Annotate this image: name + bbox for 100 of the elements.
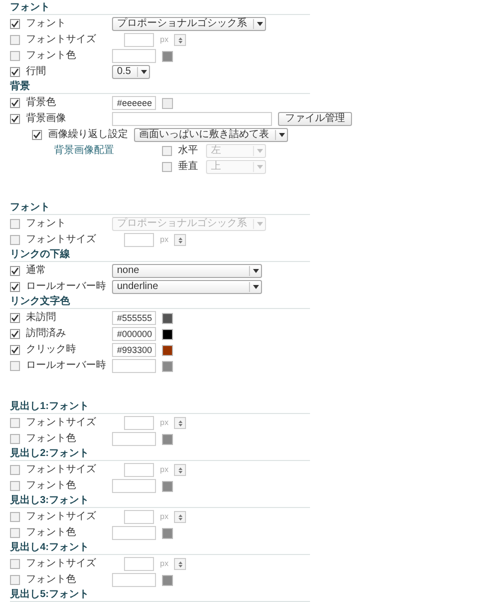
up-down-icon (178, 514, 183, 520)
color-swatch[interactable] (162, 574, 173, 586)
checkbox[interactable] (162, 146, 172, 156)
field-label: 画像繰り返し設定 (48, 129, 128, 141)
field-label: 未訪問 (26, 312, 57, 324)
field-label: フォントサイズ (26, 464, 97, 476)
checkbox[interactable] (10, 528, 20, 538)
field-label: フォントサイズ (26, 558, 97, 570)
dropdown[interactable]: none (112, 264, 262, 278)
unit-label: px (160, 511, 168, 523)
input-field[interactable] (124, 510, 154, 524)
checkbox[interactable] (10, 51, 20, 61)
dropdown[interactable]: 0.5 (112, 65, 150, 79)
checkbox[interactable] (10, 345, 20, 355)
field-label: 行間 (26, 66, 47, 78)
input-field[interactable] (124, 416, 154, 430)
color-swatch[interactable] (162, 528, 173, 538)
color-swatch[interactable] (162, 50, 173, 62)
field-label: 垂直 (178, 161, 199, 173)
field-label: フォントサイズ (26, 417, 97, 429)
up-down-icon (178, 560, 183, 568)
color-swatch[interactable] (162, 328, 173, 340)
checkbox[interactable] (10, 35, 20, 45)
checkbox[interactable] (10, 67, 20, 77)
spin-button[interactable] (174, 511, 186, 523)
checkbox[interactable] (10, 329, 20, 339)
checkbox[interactable] (10, 361, 20, 371)
checkbox[interactable] (10, 266, 20, 276)
color-swatch[interactable] (162, 312, 173, 324)
section-heading: 見出し4:フォント (10, 542, 89, 553)
spin-button[interactable] (174, 34, 186, 46)
input-field[interactable]: #993300 (112, 343, 156, 357)
checkbox[interactable] (10, 575, 20, 585)
input-field[interactable] (112, 526, 156, 540)
section-heading: 見出し5:フォント (10, 589, 89, 600)
input-field[interactable] (124, 557, 154, 571)
field-label: 背景画像配置 (53, 144, 115, 158)
caret-icon (257, 165, 263, 169)
checkbox[interactable] (10, 98, 20, 108)
caret-icon (253, 269, 259, 273)
input-field[interactable]: #555555 (112, 311, 156, 325)
field-label: フォント色 (26, 433, 77, 445)
spin-button[interactable] (174, 234, 186, 246)
unit-label: px (160, 234, 168, 246)
caret-icon (253, 285, 259, 289)
caret-icon (257, 222, 263, 226)
input-field[interactable] (112, 479, 156, 493)
spin-button[interactable] (174, 558, 186, 570)
section-heading: 背景 (10, 81, 30, 92)
field-label: フォントサイズ (26, 34, 97, 46)
up-down-icon (178, 36, 183, 44)
checkbox[interactable] (10, 282, 20, 292)
color-swatch[interactable] (162, 480, 173, 492)
checkbox[interactable] (10, 434, 20, 444)
input-field[interactable] (124, 233, 154, 247)
input-field[interactable]: #000000 (112, 327, 156, 341)
input-field[interactable]: #eeeeee (112, 96, 156, 110)
caret-icon (257, 149, 263, 153)
section-heading: リンク文字色 (10, 296, 70, 307)
color-swatch[interactable] (162, 344, 173, 356)
dropdown[interactable]: 画面いっぱいに敷き詰めて表 (134, 128, 288, 142)
dropdown[interactable]: underline (112, 280, 262, 294)
checkbox[interactable] (10, 465, 20, 475)
field-label: ロールオーバー時 (26, 360, 106, 372)
input-field[interactable] (124, 463, 154, 477)
input-field[interactable] (112, 112, 272, 126)
field-label: フォント (26, 18, 67, 30)
input-field[interactable] (112, 49, 156, 63)
field-label: クリック時 (26, 344, 77, 356)
unit-label: px (160, 558, 168, 570)
unit-label: px (160, 417, 168, 429)
file-manager-button[interactable]: ファイル管理 (278, 112, 352, 126)
checkbox[interactable] (10, 512, 20, 522)
checkbox[interactable] (10, 235, 20, 245)
input-field[interactable] (112, 359, 156, 373)
checkbox[interactable] (10, 19, 20, 29)
field-label: フォントサイズ (26, 511, 97, 523)
color-swatch[interactable] (162, 98, 173, 108)
input-field[interactable] (112, 573, 156, 587)
checkbox[interactable] (10, 418, 20, 428)
spin-button[interactable] (174, 417, 186, 429)
field-label: フォント色 (26, 574, 77, 586)
field-label: フォントサイズ (26, 234, 97, 246)
checkbox[interactable] (10, 313, 20, 323)
checkbox[interactable] (32, 130, 42, 140)
checkbox[interactable] (10, 481, 20, 491)
color-swatch[interactable] (162, 434, 173, 444)
checkbox[interactable] (162, 162, 172, 172)
field-label: フォント (26, 218, 67, 230)
section-heading: 見出し1:フォント (10, 401, 89, 412)
checkbox[interactable] (10, 114, 20, 124)
spin-button[interactable] (174, 464, 186, 476)
input-field[interactable] (112, 432, 156, 446)
field-label: フォント色 (26, 527, 77, 539)
section-heading: 見出し3:フォント (10, 495, 89, 506)
color-swatch[interactable] (162, 360, 173, 372)
checkbox[interactable] (10, 559, 20, 569)
input-field[interactable] (124, 33, 154, 47)
checkbox[interactable] (10, 219, 20, 229)
dropdown[interactable]: プロポーショナルゴシック系 (112, 17, 266, 31)
